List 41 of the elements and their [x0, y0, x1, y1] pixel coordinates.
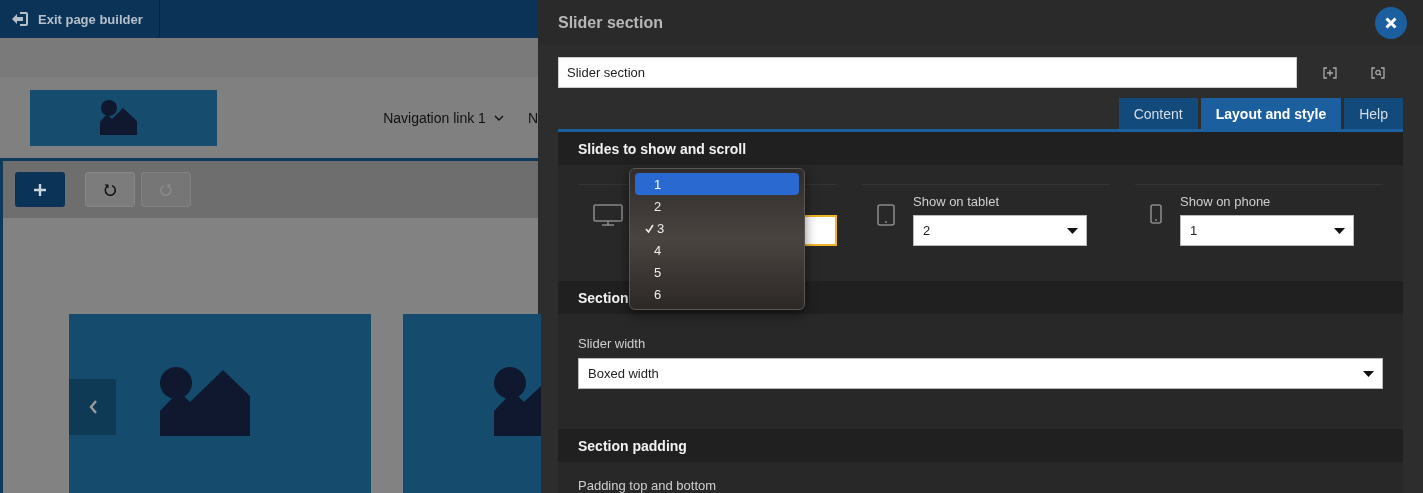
tab[interactable]: Layout and style [1200, 98, 1342, 129]
preview-icon[interactable] [1371, 66, 1385, 79]
tablet-icon [877, 204, 895, 226]
close-icon [1385, 16, 1397, 29]
section-title: Section padding [578, 437, 687, 454]
section-title: Slides to show and scroll [578, 140, 747, 157]
chevron-left-icon [88, 400, 97, 414]
menu-option[interactable]: 1 [635, 173, 799, 195]
phone-icon [1150, 204, 1162, 224]
chevron-icon [493, 114, 504, 121]
exit-icon [11, 11, 29, 27]
caret-icon [1067, 227, 1078, 234]
menu-option[interactable]: 6 [635, 283, 799, 305]
name-field[interactable]: Slider section [558, 57, 1297, 88]
field-label: Slider width [578, 336, 646, 351]
undo-button[interactable] [85, 172, 135, 207]
section-title: Section [578, 289, 629, 306]
field-label: Show on phone [1180, 194, 1272, 209]
field-label: Padding top and bottom [578, 478, 717, 493]
caret-icon [1363, 370, 1374, 377]
nav-link[interactable]: Navigation link 1 [383, 109, 504, 126]
close-button[interactable] [1375, 6, 1407, 39]
menu-option[interactable]: 2 [635, 195, 799, 217]
menu-option[interactable]: 5 [635, 261, 799, 283]
plus-icon [34, 183, 46, 196]
menu-option[interactable]: 3 [635, 217, 799, 239]
field-label: Show on tablet [913, 194, 1000, 209]
select-field[interactable]: Boxed width [578, 358, 1383, 389]
select-field[interactable]: 2 [913, 215, 1087, 246]
nav-link[interactable]: N [527, 109, 538, 126]
tab[interactable]: Help [1344, 98, 1403, 129]
menu-option[interactable]: 4 [635, 239, 799, 261]
tab[interactable]: Content [1118, 98, 1198, 129]
image-icon [494, 366, 541, 436]
desktop-icon [593, 204, 623, 226]
expand-icon[interactable] [1323, 66, 1337, 79]
select-field[interactable]: 1 [1180, 215, 1354, 246]
caret-icon [1334, 227, 1345, 234]
undo-icon [103, 182, 117, 197]
panel-title: Slider section [558, 13, 663, 32]
add-button[interactable] [15, 172, 65, 207]
